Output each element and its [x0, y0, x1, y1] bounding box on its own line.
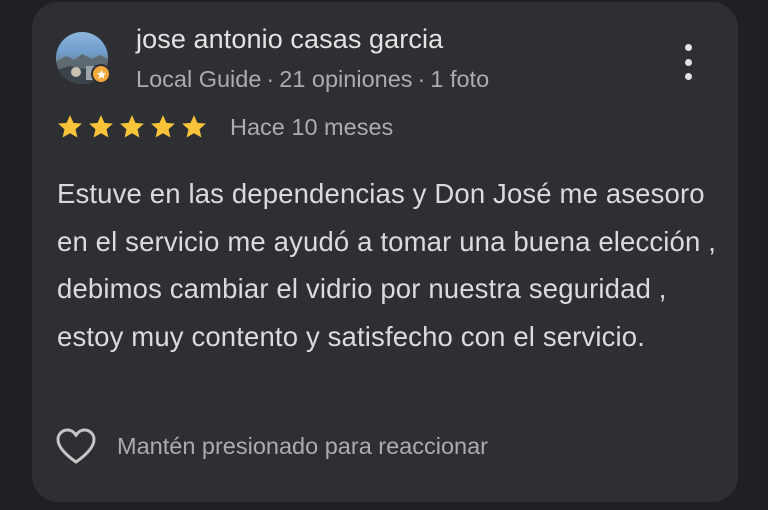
- more-vert-icon-dot: [684, 58, 692, 66]
- more-options-button[interactable]: [674, 40, 702, 84]
- star-icon: [182, 115, 206, 138]
- review-time: Hace 10 meses: [230, 114, 394, 140]
- star-icon: [89, 115, 113, 138]
- review-text: Estuve en las dependencias y Don José me…: [57, 178, 717, 352]
- photos-count: 1 foto: [430, 66, 490, 92]
- reviewer-avatar[interactable]: [56, 32, 111, 84]
- local-guide-label: Local Guide: [136, 66, 262, 92]
- react-hint-label: Mantén presionado para reaccionar: [117, 432, 489, 459]
- reviewer-meta: Local Guide · 21 opiniones · 1 foto: [136, 66, 489, 93]
- more-vert-icon: [684, 44, 692, 51]
- reviews-count: 21 opiniones: [279, 66, 413, 92]
- star-icon: [151, 115, 175, 138]
- local-guide-badge: [91, 64, 111, 84]
- reviewer-name[interactable]: jose antonio casas garcia: [136, 24, 443, 55]
- star-icon: [120, 115, 144, 138]
- star-icon: [58, 115, 82, 138]
- star-rating: [56, 113, 208, 141]
- more-vert-icon-dot: [684, 73, 692, 80]
- heart-outline-icon[interactable]: [54, 426, 98, 466]
- meta-separator: ·: [266, 66, 275, 92]
- react-button[interactable]: Mantén presionado para reaccionar: [54, 424, 488, 468]
- meta-separator: ·: [417, 66, 426, 92]
- star-badge-icon: [96, 69, 106, 79]
